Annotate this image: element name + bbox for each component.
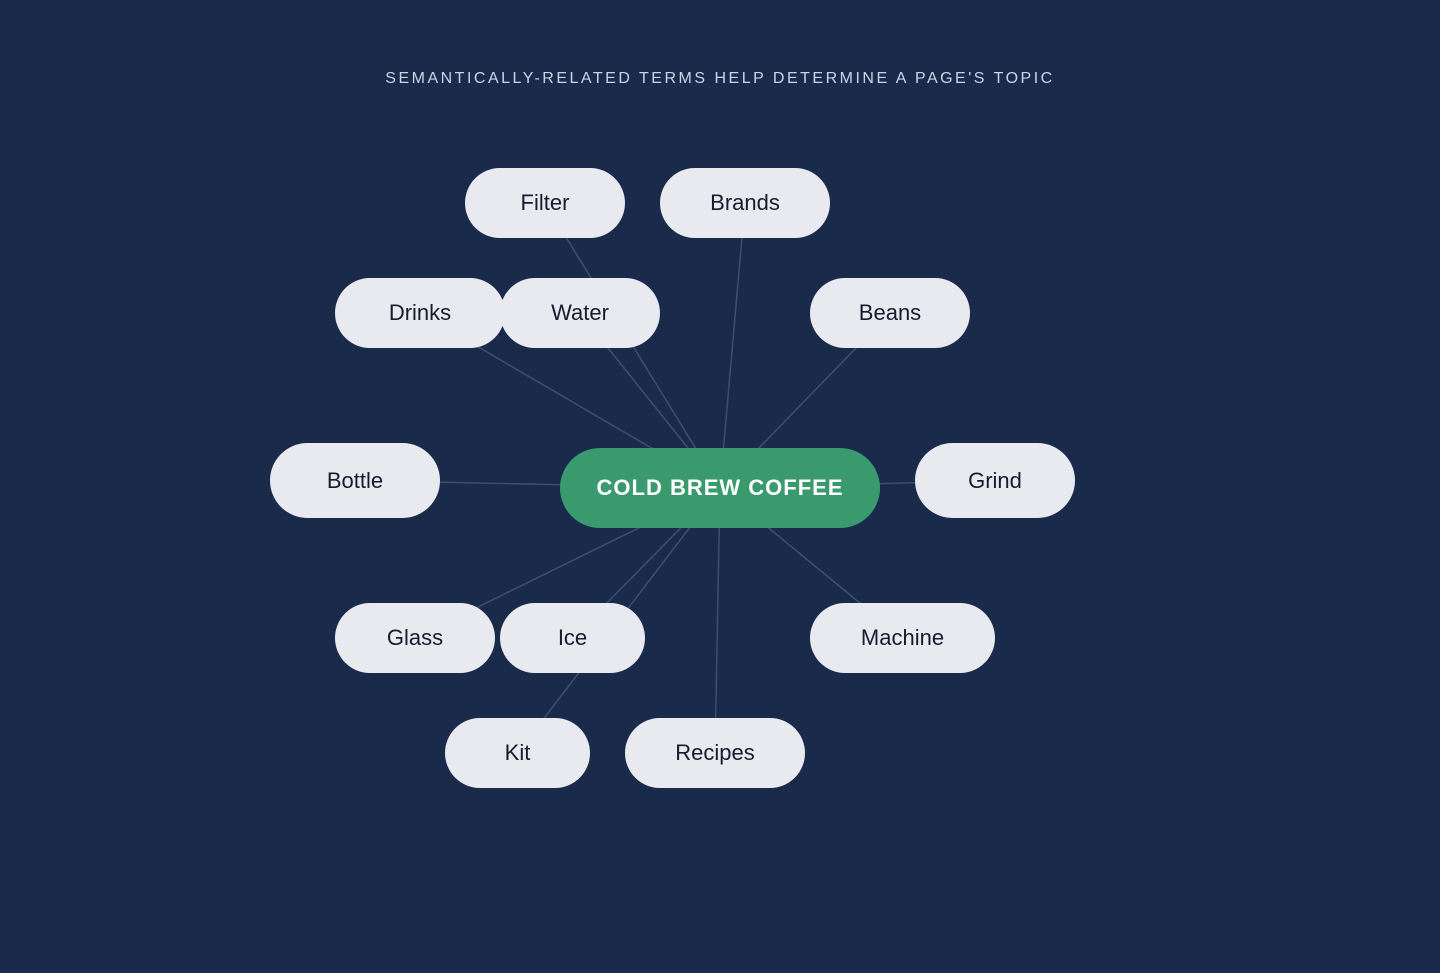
node-filter: Filter	[465, 168, 625, 238]
node-machine: Machine	[810, 603, 995, 673]
node-kit: Kit	[445, 718, 590, 788]
page-container: SEMANTICALLY-RELATED TERMS HELP DETERMIN…	[0, 0, 1440, 973]
subtitle: SEMANTICALLY-RELATED TERMS HELP DETERMIN…	[385, 70, 1054, 88]
diagram-area: COLD BREW COFFEE Filter Brands DrinksWater…	[270, 128, 1170, 848]
center-label: COLD BREW COFFEE	[597, 475, 844, 501]
node-bottle: Bottle	[270, 443, 440, 518]
node-brands: Brands	[660, 168, 830, 238]
node-recipes: Recipes	[625, 718, 805, 788]
node-ice: Ice	[500, 603, 645, 673]
node-beans: Beans	[810, 278, 970, 348]
node-water: Water	[500, 278, 660, 348]
center-node: COLD BREW COFFEE	[560, 448, 880, 528]
node-drinks: Drinks	[335, 278, 505, 348]
node-grind: Grind	[915, 443, 1075, 518]
node-glass: Glass	[335, 603, 495, 673]
